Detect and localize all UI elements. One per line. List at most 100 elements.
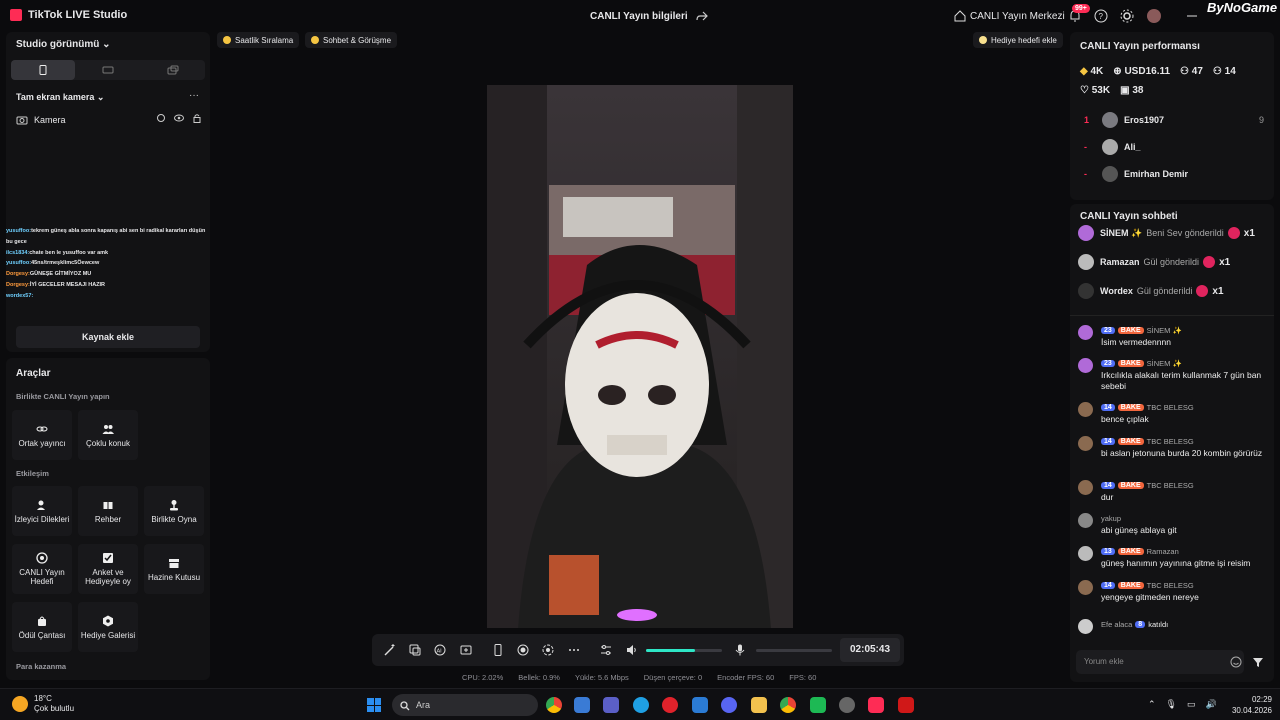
live-center-button[interactable]: CANLI Yayın Merkezi <box>954 10 1065 22</box>
opera-icon[interactable] <box>662 697 678 713</box>
treasure-box-button[interactable]: Hazine Kutusu <box>144 544 204 594</box>
add-gift-goal-chip[interactable]: Hediye hedefi ekle <box>973 32 1063 48</box>
tiktok-logo-icon <box>10 9 22 21</box>
chrome-profile-icon[interactable] <box>780 697 796 713</box>
more-horizontal-icon[interactable] <box>568 644 580 656</box>
landscape-button[interactable] <box>76 60 140 80</box>
notification-badge: 99+ <box>1072 4 1090 13</box>
youtube-icon[interactable] <box>898 697 914 713</box>
add-source-button[interactable]: Kaynak ekle <box>16 326 200 348</box>
speaker-volume-slider[interactable] <box>646 649 722 652</box>
emoji-icon[interactable] <box>1230 656 1242 668</box>
ai-icon[interactable]: AI <box>434 644 446 656</box>
source-camera[interactable]: Kamera <box>16 113 202 127</box>
encoder-fps-stat: Encoder FPS: 60 <box>717 673 775 682</box>
eye-icon[interactable] <box>174 113 184 123</box>
chat-message[interactable]: 14 BAKE TBC BELESG bence çıplak <box>1078 402 1270 430</box>
live-goal-button[interactable]: CANLI Yayın Hedefi <box>12 544 72 594</box>
minimize-icon[interactable] <box>1185 9 1199 23</box>
lock-icon[interactable] <box>192 113 202 123</box>
network-icon[interactable]: ▭ <box>1187 699 1196 710</box>
layout-icon[interactable] <box>460 644 472 656</box>
obs-icon[interactable] <box>839 697 855 713</box>
discord-icon[interactable] <box>721 697 737 713</box>
store-icon[interactable] <box>574 697 590 713</box>
user-avatar[interactable] <box>1147 9 1161 23</box>
hourly-ranking-chip[interactable]: Saatlik Sıralama <box>217 32 300 48</box>
play-together-button[interactable]: Birlikte Oyna <box>144 486 204 536</box>
co-host-button[interactable]: Ortak yayıncı <box>12 410 72 460</box>
mic-volume-slider[interactable] <box>756 649 832 652</box>
gear-icon[interactable] <box>1120 9 1134 23</box>
avatar <box>1078 580 1093 595</box>
microphone-icon[interactable] <box>734 644 746 656</box>
phone-portrait-icon <box>39 65 47 75</box>
portrait-button[interactable] <box>11 60 75 80</box>
chat-message[interactable]: 14 BAKE TBC BELESG bi aslan jetonuna burda… <box>1078 436 1270 474</box>
chevron-up-icon[interactable]: ⌃ <box>1148 699 1156 710</box>
studio-view-dropdown[interactable]: Studio görünümü ⌄ <box>16 39 111 50</box>
teams-icon[interactable] <box>603 697 619 713</box>
chat-message[interactable]: 23 BAKE SİNEM ✨ Irkcılıkla alakalı terim k… <box>1078 358 1270 396</box>
fps-stat: FPS: 60 <box>789 673 817 682</box>
weather-text: Çok bulutlu <box>34 704 75 713</box>
volume-icon[interactable]: 🔊 <box>1206 699 1217 710</box>
title-bar: TikTok LIVE Studio CANLI Yayın bilgileri… <box>0 0 1280 32</box>
dual-view-button[interactable] <box>141 60 205 80</box>
windows-start-icon[interactable] <box>367 698 381 712</box>
help-icon[interactable]: ? <box>1094 9 1108 23</box>
join-text: katıldı <box>1148 620 1169 629</box>
chat-message[interactable]: 14 BAKE TBC BELESG yengeye gitmeden nereye <box>1078 580 1270 608</box>
speaker-icon[interactable] <box>626 644 638 656</box>
reward-bag-button[interactable]: Ödül Çantası <box>12 602 72 652</box>
effects-icon[interactable] <box>409 644 421 656</box>
screenshot-icon[interactable] <box>542 644 554 656</box>
level-badge: 23 <box>1101 327 1115 334</box>
audio-mixer-icon[interactable] <box>600 644 612 656</box>
settings-icon[interactable] <box>156 113 166 123</box>
chat-message[interactable]: 14 BAKE TBC BELESG dur <box>1078 480 1270 508</box>
weather-widget[interactable]: 18°C Çok bulutlu <box>12 694 74 714</box>
weather-icon <box>12 696 28 712</box>
phone-icon[interactable] <box>492 644 504 656</box>
avatar <box>1102 166 1118 182</box>
comment-input[interactable]: Yorum ekle <box>1076 650 1244 674</box>
more-options-icon[interactable]: ··· <box>189 90 199 101</box>
chat-message[interactable]: 13 BAKE Ramazan güneş hanımın yayınına git… <box>1078 546 1270 574</box>
poll-button[interactable]: Anket ve Hediyeyle oy <box>78 544 138 594</box>
taskbar-search[interactable]: Ara <box>392 694 538 716</box>
gift-gallery-button[interactable]: Hediye Galerisi <box>78 602 138 652</box>
coin-icon <box>311 36 319 44</box>
avatar <box>1078 254 1094 270</box>
green-app-icon[interactable] <box>810 697 826 713</box>
ranking-row[interactable]: 1 Eros1907 9 <box>1084 111 1264 129</box>
chat-meet-chip[interactable]: Sohbet & Görüşme <box>305 32 398 48</box>
magic-wand-icon[interactable] <box>384 644 396 656</box>
folder-icon[interactable] <box>751 697 767 713</box>
multi-guest-button[interactable]: Çoklu konuk <box>78 410 138 460</box>
ranking-row[interactable]: - Emirhan Demir <box>1084 165 1264 183</box>
record-icon[interactable] <box>517 644 529 656</box>
viewer-wishes-button[interactable]: İzleyici Dilekleri <box>12 486 72 536</box>
guide-button[interactable]: Rehber <box>78 486 138 536</box>
system-clock[interactable]: 02:29 30.04.2026 <box>1228 694 1272 716</box>
chat-message[interactable]: yakup abi güneş ablaya git <box>1078 513 1270 541</box>
tools-panel: Araçlar Birlikte CANLI Yayın yapın Ortak… <box>6 358 210 680</box>
filter-icon[interactable] <box>1252 656 1264 668</box>
edge-icon[interactable] <box>633 697 649 713</box>
likes-value: 53K <box>1091 85 1111 96</box>
level-badge: 8 <box>1135 621 1146 628</box>
overlay-chat-text: chate ben le yusuffoo var amk <box>29 249 109 256</box>
tiktok-app-icon[interactable] <box>868 697 884 713</box>
live-info-button[interactable]: CANLI Yayın bilgileri <box>590 10 708 22</box>
chat-message[interactable]: 23 BAKE SİNEM ✨ İsim vermedennnn <box>1078 325 1270 353</box>
chrome-icon[interactable] <box>546 697 562 713</box>
ranking-row[interactable]: - Ali_ <box>1084 138 1264 156</box>
mic-tray-icon[interactable]: 🎙 <box>1166 699 1177 710</box>
scene-dropdown[interactable]: Tam ekran kamera ⌄ <box>16 92 104 103</box>
app-name: TikTok LIVE Studio <box>28 9 128 21</box>
mail-icon[interactable] <box>692 697 708 713</box>
gift-notification: SİNEM ✨ Beni Sev gönderildi x1 <box>1078 224 1268 242</box>
chat-user: Ramazan <box>1146 547 1179 556</box>
performance-title: CANLI Yayın performansı <box>1080 41 1200 52</box>
